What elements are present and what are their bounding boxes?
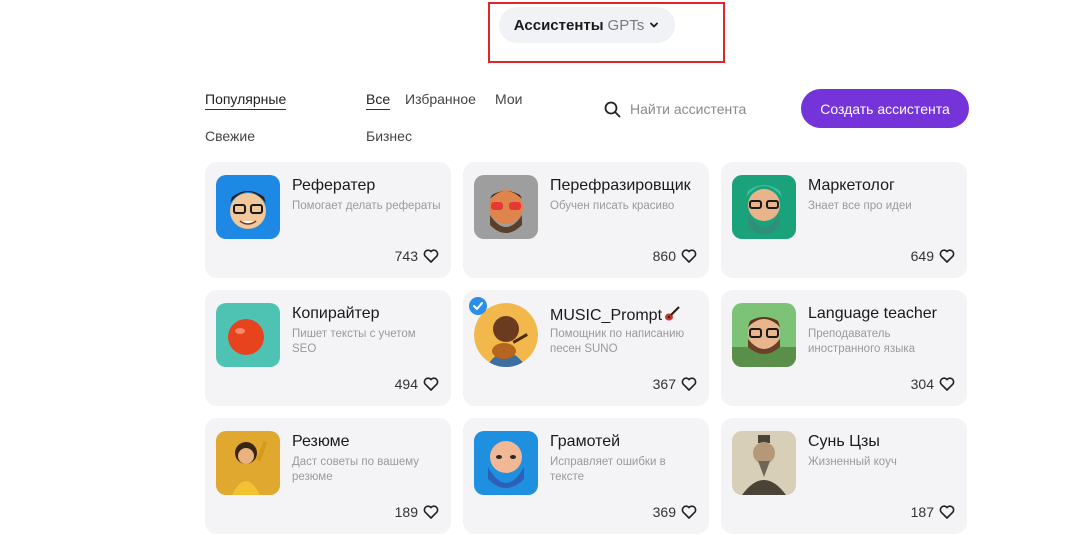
highlight-frame	[488, 2, 725, 63]
like-counter[interactable]: 860	[653, 248, 697, 264]
avatar	[216, 175, 280, 239]
like-counter[interactable]: 494	[395, 376, 439, 392]
avatar	[216, 303, 280, 367]
assistant-name: MUSIC_Prompt	[550, 305, 681, 325]
like-counter[interactable]: 187	[911, 504, 955, 520]
assistant-card-resume[interactable]: Резюме Даст советы по вашему резюме 189	[205, 418, 451, 534]
assistant-card-copywriter[interactable]: Копирайтер Пишет тексты с учетом SEO 494	[205, 290, 451, 406]
assistant-card-marketer[interactable]: Маркетолог Знает все про идеи 649	[721, 162, 967, 278]
heart-icon	[423, 377, 439, 391]
heart-icon	[939, 377, 955, 391]
guitar-icon	[665, 306, 680, 321]
like-counter[interactable]: 649	[911, 248, 955, 264]
assistant-description: Исправляет ошибки в тексте	[550, 456, 666, 483]
assistant-description: Жизненный коуч	[808, 456, 897, 468]
assistant-name: Резюме	[292, 433, 350, 450]
sort-fresh[interactable]: Свежие	[205, 128, 255, 144]
like-count: 494	[394, 376, 418, 392]
assistant-name: Language teacher	[808, 305, 937, 322]
tab-mine[interactable]: Мои	[495, 91, 522, 107]
heart-icon	[423, 249, 439, 263]
tab-business[interactable]: Бизнес	[366, 128, 412, 144]
search-bar	[604, 98, 770, 120]
tab-favorites[interactable]: Избранное	[405, 91, 476, 107]
create-assistant-button[interactable]: Создать ассистента	[801, 89, 969, 128]
assistant-card-music-prompt[interactable]: MUSIC_Prompt Помощник по написанию песен…	[463, 290, 709, 406]
heart-icon	[681, 377, 697, 391]
assistant-description: Знает все про идеи	[808, 200, 912, 212]
assistant-name: Маркетолог	[808, 177, 895, 194]
assistant-description: Помогает делать рефераты	[292, 200, 441, 212]
heart-icon	[681, 505, 697, 519]
assistant-description: Даст советы по вашему резюме	[292, 456, 419, 483]
like-count: 743	[394, 248, 418, 264]
search-icon	[604, 101, 621, 117]
assistant-card-referater[interactable]: Рефератер Помогает делать рефераты 743	[205, 162, 451, 278]
assistant-card-paraphraser[interactable]: Перефразировщик Обучен писать красиво 86…	[463, 162, 709, 278]
assistant-card-gramotei[interactable]: Грамотей Исправляет ошибки в тексте 369	[463, 418, 709, 534]
sort-popular[interactable]: Популярные	[205, 91, 287, 110]
assistant-name: Сунь Цзы	[808, 433, 880, 450]
avatar	[474, 431, 538, 495]
tab-all[interactable]: Все	[366, 91, 391, 110]
search-input[interactable]	[630, 101, 770, 117]
like-counter[interactable]: 367	[653, 376, 697, 392]
avatar	[216, 431, 280, 495]
heart-icon	[939, 249, 955, 263]
like-count: 860	[652, 248, 676, 264]
assistant-description: Пишет тексты с учетом SEO	[292, 328, 416, 355]
like-counter[interactable]: 189	[395, 504, 439, 520]
assistant-description: Обучен писать красиво	[550, 200, 675, 212]
avatar	[474, 175, 538, 239]
assistant-card-language-teacher[interactable]: Language teacher Преподаватель иностранн…	[721, 290, 967, 406]
assistant-description: Помощник по написанию песен SUNO	[550, 328, 685, 355]
like-count: 189	[394, 504, 418, 520]
avatar	[732, 175, 796, 239]
assistant-name: Копирайтер	[292, 305, 380, 322]
heart-icon	[939, 505, 955, 519]
assistant-description: Преподаватель иностранного языка	[808, 328, 916, 355]
avatar	[732, 303, 796, 367]
like-counter[interactable]: 743	[395, 248, 439, 264]
like-counter[interactable]: 304	[911, 376, 955, 392]
assistants-grid: Рефератер Помогает делать рефераты 743 П…	[205, 162, 967, 534]
verified-badge-icon	[469, 297, 487, 315]
assistant-name: Перефразировщик	[550, 177, 691, 194]
assistant-name: Грамотей	[550, 433, 621, 450]
heart-icon	[681, 249, 697, 263]
assistant-name: Рефератер	[292, 177, 376, 194]
assistant-name-text: MUSIC_Prompt	[550, 307, 663, 324]
like-counter[interactable]: 369	[653, 504, 697, 520]
like-count: 367	[652, 376, 676, 392]
avatar	[732, 431, 796, 495]
like-count: 649	[910, 248, 934, 264]
like-count: 304	[910, 376, 934, 392]
assistant-card-sun-tzu[interactable]: Сунь Цзы Жизненный коуч 187	[721, 418, 967, 534]
like-count: 369	[652, 504, 676, 520]
heart-icon	[423, 505, 439, 519]
like-count: 187	[910, 504, 934, 520]
